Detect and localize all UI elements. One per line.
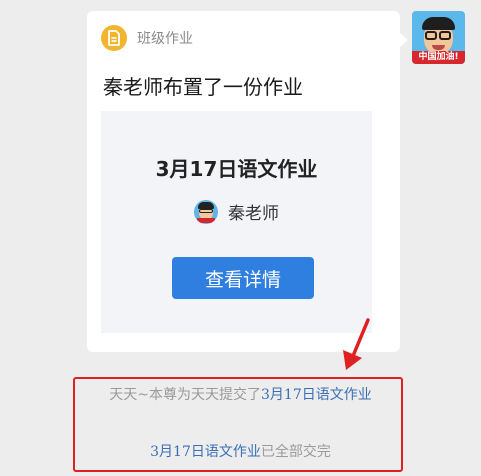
- system-notice-submitted: 天天~本尊为天天提交了3月17日语文作业: [0, 384, 481, 404]
- homework-message-card[interactable]: 班级作业 秦老师布置了一份作业 3月17日语文作业 秦老师 查看详情: [87, 11, 408, 352]
- homework-preview[interactable]: 3月17日语文作业 秦老师 查看详情: [101, 111, 372, 333]
- notice-text: 天天~本尊为天天提交了: [109, 387, 261, 403]
- homework-name: 3月17日语文作业: [155, 157, 318, 181]
- homework-doc-icon: [101, 25, 127, 51]
- system-notice-complete: 3月17日语文作业已全部交完: [0, 441, 481, 461]
- avatar-banner: 中国加油!: [412, 51, 465, 64]
- teacher-name: 秦老师: [228, 204, 279, 224]
- card-header-label: 班级作业: [137, 31, 193, 47]
- card-header: 班级作业: [101, 25, 193, 51]
- notice-text: 已全部交完: [260, 444, 331, 460]
- red-arrow-icon: [343, 318, 370, 370]
- message-title: 秦老师布置了一份作业: [103, 75, 303, 99]
- teacher-info: 秦老师: [101, 199, 372, 224]
- teacher-avatar: [194, 199, 218, 224]
- sender-avatar[interactable]: 中国加油!: [412, 11, 465, 64]
- homework-link[interactable]: 3月17日语文作业: [150, 444, 261, 460]
- view-details-button[interactable]: 查看详情: [172, 257, 314, 299]
- homework-link[interactable]: 3月17日语文作业: [261, 387, 372, 403]
